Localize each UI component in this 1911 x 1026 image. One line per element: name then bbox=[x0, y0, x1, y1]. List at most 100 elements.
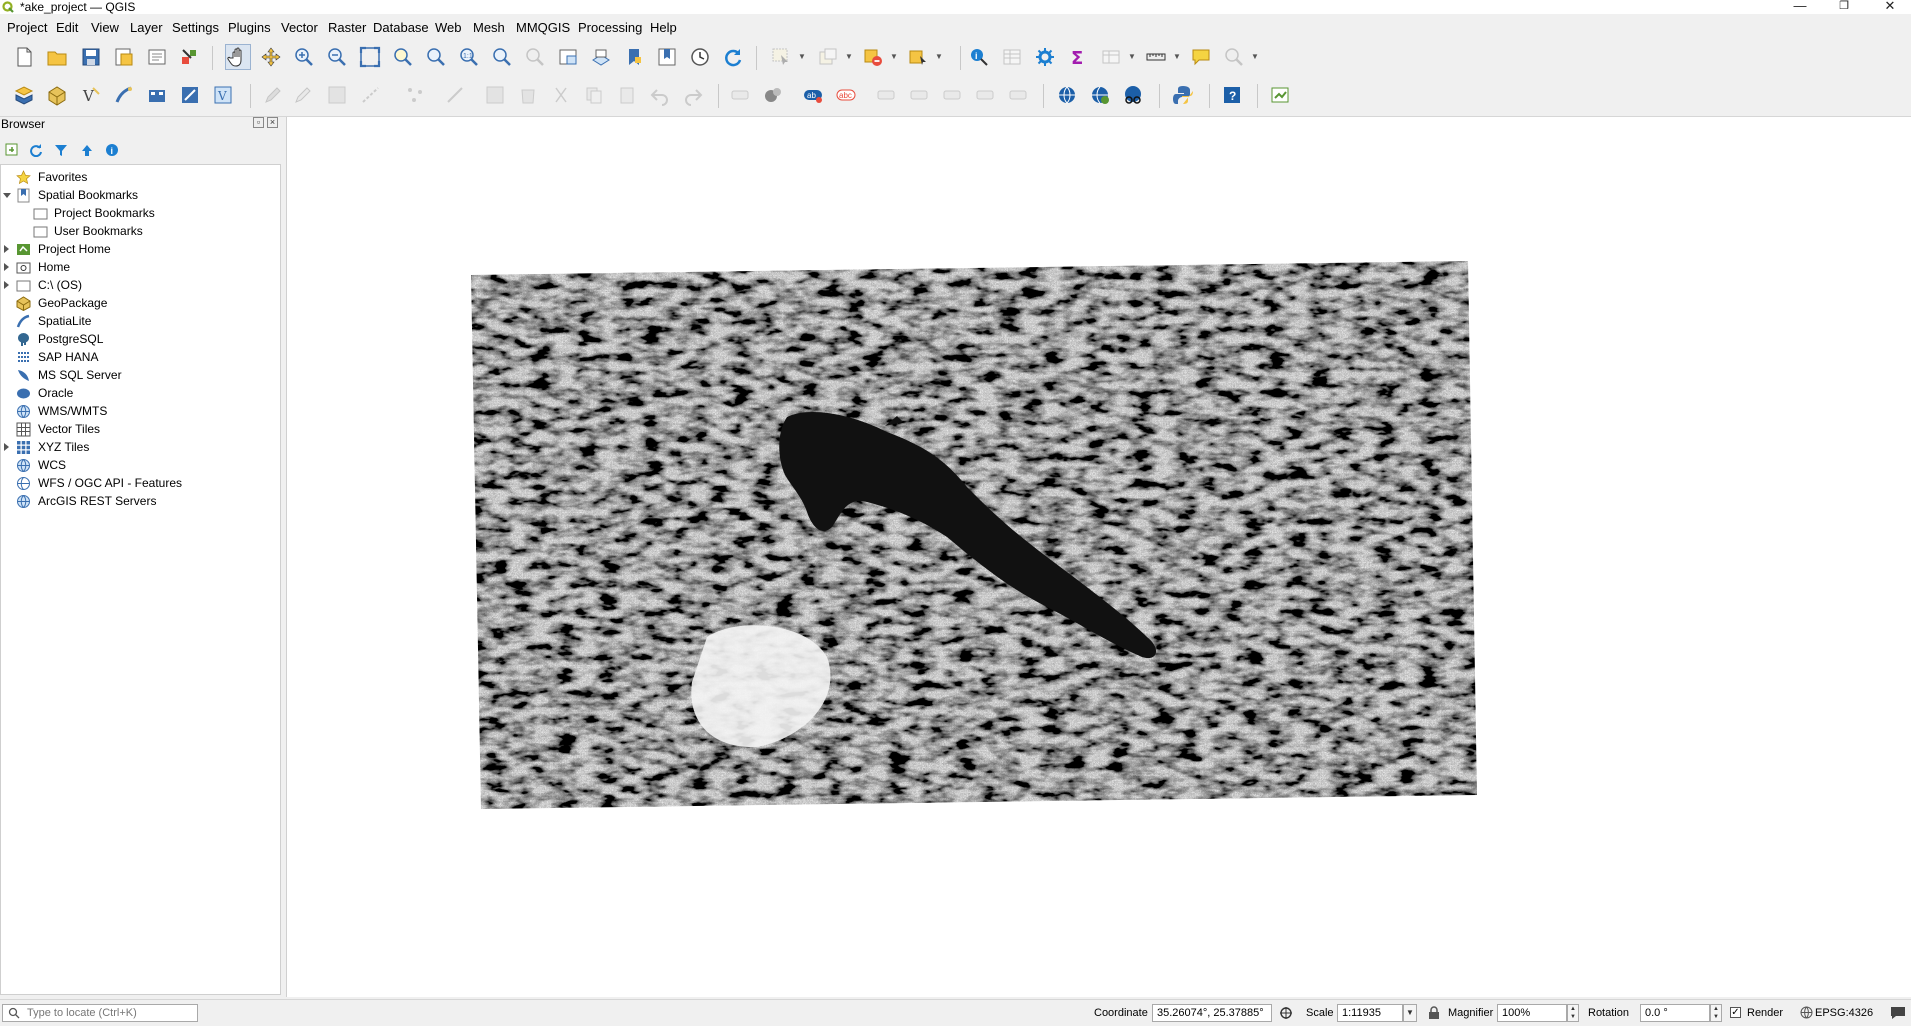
select-dropdown-icon[interactable]: ▼ bbox=[798, 53, 806, 61]
menu-web[interactable]: Web bbox=[435, 20, 462, 35]
tree-item-postgresql[interactable]: PostgreSQL bbox=[1, 330, 280, 348]
lock-scale-icon[interactable] bbox=[1428, 1006, 1440, 1023]
select-features-icon[interactable] bbox=[768, 44, 794, 70]
tree-item-geopackage[interactable]: GeoPackage bbox=[1, 294, 280, 312]
toggle-extents-icon[interactable] bbox=[1279, 1006, 1293, 1023]
new-project-icon[interactable] bbox=[11, 44, 37, 70]
zoom-out-icon[interactable] bbox=[324, 44, 350, 70]
select-location-dropdown-icon[interactable]: ▼ bbox=[935, 53, 943, 61]
tree-item-home[interactable]: Home bbox=[1, 258, 280, 276]
menu-mmqgis[interactable]: MMQGIS bbox=[516, 20, 570, 35]
show-bookmarks-icon[interactable] bbox=[654, 44, 680, 70]
pan-to-selection-icon[interactable] bbox=[258, 44, 284, 70]
tree-item-spatial-bookmarks[interactable]: Spatial Bookmarks bbox=[1, 186, 280, 204]
close-button[interactable]: ✕ bbox=[1870, 0, 1910, 14]
menu-edit[interactable]: Edit bbox=[56, 20, 78, 35]
menu-database[interactable]: Database bbox=[373, 20, 429, 35]
expand-arrow-icon[interactable] bbox=[4, 443, 9, 451]
add-wfs-layer-icon[interactable] bbox=[1087, 82, 1113, 108]
tree-item-vector-tiles[interactable]: Vector Tiles bbox=[1, 420, 280, 438]
zoom-last-icon[interactable] bbox=[489, 44, 515, 70]
rotation-field[interactable]: 0.0 ° bbox=[1640, 1004, 1710, 1022]
scale-dropdown-icon[interactable]: ▼ bbox=[1403, 1004, 1417, 1022]
close-panel-icon[interactable]: × bbox=[267, 117, 278, 128]
open-attribute-table-icon[interactable] bbox=[999, 44, 1025, 70]
vertex-tool-icon[interactable] bbox=[402, 82, 428, 108]
tree-item-oracle[interactable]: Oracle bbox=[1, 384, 280, 402]
python-console-icon[interactable] bbox=[1170, 82, 1196, 108]
menu-raster[interactable]: Raster bbox=[328, 20, 366, 35]
expand-arrow-icon[interactable] bbox=[4, 263, 9, 271]
map-canvas[interactable] bbox=[286, 117, 1911, 997]
select-by-location-icon[interactable] bbox=[905, 44, 931, 70]
expand-arrow-icon[interactable] bbox=[4, 245, 9, 253]
pin-labels-icon[interactable] bbox=[873, 82, 899, 108]
tree-item-arcgis-rest[interactable]: ArcGIS REST Servers bbox=[1, 492, 280, 510]
menu-project[interactable]: Project bbox=[7, 20, 47, 35]
restore-button[interactable]: ❐ bbox=[1824, 0, 1864, 14]
zoom-native-icon[interactable]: 1:1 bbox=[456, 44, 482, 70]
filter-browser-icon[interactable] bbox=[52, 141, 70, 159]
locate-dropdown-icon[interactable]: ▼ bbox=[1251, 53, 1259, 61]
paste-features-icon[interactable] bbox=[614, 82, 640, 108]
menu-help[interactable]: Help bbox=[650, 20, 677, 35]
tree-item-wms-wmts[interactable]: WMS/WMTS bbox=[1, 402, 280, 420]
layer-labeling-icon[interactable] bbox=[760, 82, 786, 108]
move-label-icon[interactable] bbox=[939, 82, 965, 108]
tree-item-spatialite[interactable]: SpatiaLite bbox=[1, 312, 280, 330]
open-project-icon[interactable] bbox=[44, 44, 70, 70]
statistical-summary-icon[interactable]: Σ bbox=[1065, 44, 1091, 70]
cut-features-icon[interactable] bbox=[548, 82, 574, 108]
undo-icon[interactable] bbox=[647, 82, 673, 108]
change-label-icon[interactable] bbox=[1005, 82, 1031, 108]
deselect-dropdown-icon[interactable]: ▼ bbox=[890, 53, 898, 61]
tree-item-xyz-tiles[interactable]: XYZ Tiles bbox=[1, 438, 280, 456]
tree-item-user-bookmarks[interactable]: User Bookmarks bbox=[1, 222, 280, 240]
float-panel-icon[interactable]: ▫ bbox=[253, 117, 264, 128]
menu-layer[interactable]: Layer bbox=[130, 20, 163, 35]
tree-item-project-home[interactable]: Project Home bbox=[1, 240, 280, 258]
digitize-icon[interactable] bbox=[358, 82, 384, 108]
label-tool-icon[interactable] bbox=[727, 82, 753, 108]
new-geopackage-layer-icon[interactable] bbox=[44, 82, 70, 108]
menu-mesh[interactable]: Mesh bbox=[473, 20, 505, 35]
measure-line-icon[interactable] bbox=[1143, 44, 1169, 70]
locator-search[interactable]: Type to locate (Ctrl+K) bbox=[2, 1004, 198, 1022]
tree-item-c-drive[interactable]: C:\ (OS) bbox=[1, 276, 280, 294]
metasearch-icon[interactable] bbox=[1120, 82, 1146, 108]
refresh-icon[interactable] bbox=[720, 44, 746, 70]
expand-arrow-icon[interactable] bbox=[3, 193, 11, 198]
menu-processing[interactable]: Processing bbox=[578, 20, 642, 35]
select-expression-dropdown-icon[interactable]: ▼ bbox=[845, 53, 853, 61]
identify-features-icon[interactable]: i bbox=[966, 44, 992, 70]
crs-button[interactable]: EPSG:4326 bbox=[1815, 1007, 1873, 1020]
measure-dropdown-icon[interactable]: ▼ bbox=[1173, 53, 1181, 61]
add-wms-layer-icon[interactable] bbox=[1054, 82, 1080, 108]
menu-vector[interactable]: Vector bbox=[281, 20, 318, 35]
temporal-controller-icon[interactable] bbox=[687, 44, 713, 70]
new-shapefile-layer-icon[interactable]: V bbox=[78, 82, 104, 108]
data-source-manager-icon[interactable] bbox=[11, 82, 37, 108]
zoom-to-layer-icon[interactable] bbox=[423, 44, 449, 70]
attribute-dropdown-icon[interactable]: ▼ bbox=[1128, 53, 1136, 61]
collapse-all-icon[interactable] bbox=[78, 141, 96, 159]
locate-feature-icon[interactable] bbox=[1221, 44, 1247, 70]
zoom-in-icon[interactable] bbox=[291, 44, 317, 70]
label-options-icon[interactable]: ab bbox=[800, 82, 826, 108]
pan-map-icon[interactable] bbox=[225, 44, 251, 70]
select-by-expression-icon[interactable] bbox=[815, 44, 841, 70]
zoom-next-icon[interactable] bbox=[522, 44, 548, 70]
attribute-table-dock-icon[interactable] bbox=[1098, 44, 1124, 70]
new-spatialite-layer-icon[interactable] bbox=[111, 82, 137, 108]
copy-features-icon[interactable] bbox=[581, 82, 607, 108]
deselect-all-icon[interactable] bbox=[860, 44, 886, 70]
rotate-label-icon[interactable] bbox=[972, 82, 998, 108]
processing-toolbox-icon[interactable] bbox=[1032, 44, 1058, 70]
new-virtual-layer-icon[interactable] bbox=[144, 82, 170, 108]
new-print-layout-icon[interactable] bbox=[111, 44, 137, 70]
delete-selected-icon[interactable] bbox=[515, 82, 541, 108]
add-selected-layers-icon[interactable] bbox=[3, 141, 21, 159]
current-edits-icon[interactable] bbox=[260, 82, 286, 108]
magnifier-field[interactable]: 100% bbox=[1497, 1004, 1567, 1022]
help-contents-icon[interactable]: ? bbox=[1219, 82, 1245, 108]
